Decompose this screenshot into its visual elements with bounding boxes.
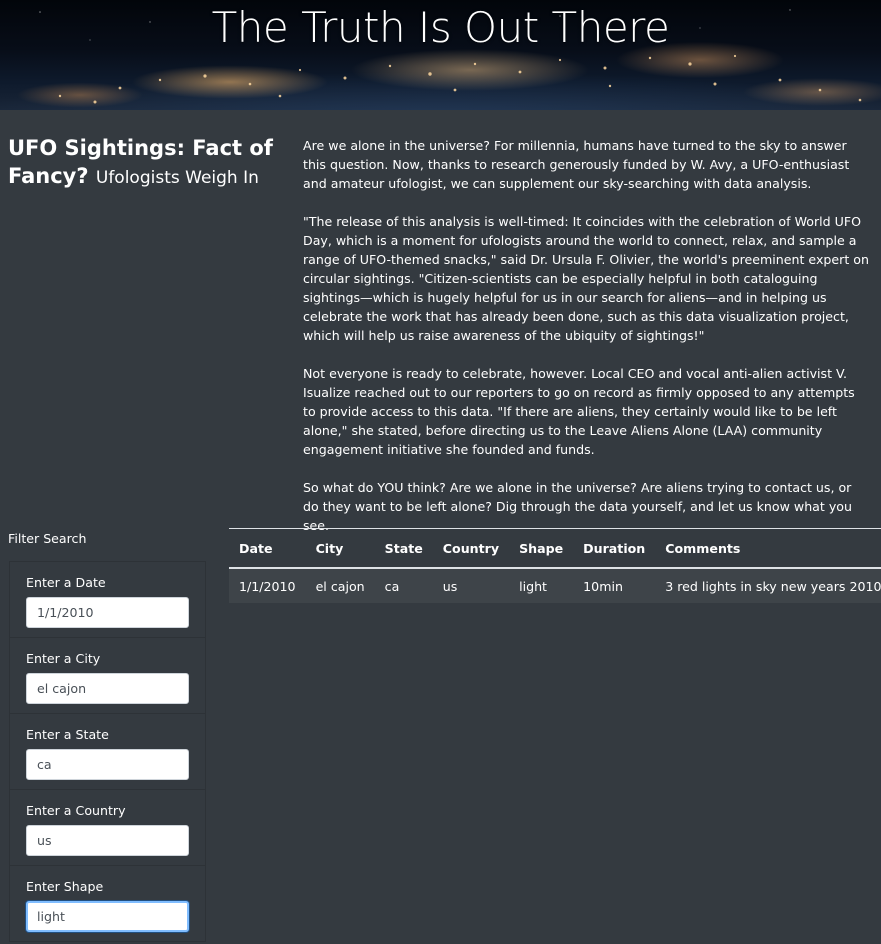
- column-header-shape: Shape: [509, 528, 574, 569]
- table-header: Date City State Country Shape Duration C…: [229, 528, 881, 569]
- article-paragraph: "The release of this analysis is well-ti…: [303, 214, 869, 343]
- filter-item-city: Enter a City: [10, 638, 205, 714]
- filter-item-shape: Enter Shape: [10, 866, 205, 942]
- cell-city: el cajon: [305, 568, 375, 603]
- hero-banner: The Truth Is Out There: [0, 0, 881, 110]
- column-header-date: Date: [229, 528, 306, 569]
- article-body: Are we alone in the universe? For millen…: [303, 136, 870, 554]
- filter-label-state: Enter a State: [26, 727, 109, 742]
- cell-state: ca: [374, 568, 433, 603]
- filter-label-shape: Enter Shape: [26, 879, 104, 894]
- column-header-comments: Comments: [655, 528, 881, 569]
- filter-label-city: Enter a City: [26, 651, 101, 666]
- filter-item-state: Enter a State: [10, 714, 205, 790]
- filter-item-date: Enter a Date: [10, 562, 205, 638]
- filter-item-country: Enter a Country: [10, 790, 205, 866]
- article-paragraph: Are we alone in the universe? For millen…: [303, 138, 850, 191]
- filter-list: Enter a Date Enter a City Enter a State …: [9, 561, 206, 942]
- article-heading: UFO Sightings: Fact of Fancy? Ufologists…: [8, 134, 278, 192]
- article-subtitle: Ufologists Weigh In: [95, 168, 259, 188]
- ufo-table: Date City State Country Shape Duration C…: [229, 528, 881, 603]
- table-header-row: Date City State Country Shape Duration C…: [229, 528, 881, 569]
- column-header-country: Country: [432, 528, 510, 569]
- country-input[interactable]: [26, 825, 189, 856]
- column-header-city: City: [305, 528, 375, 569]
- ufo-table-container: Date City State Country Shape Duration C…: [229, 528, 881, 603]
- date-input[interactable]: [26, 597, 189, 628]
- column-header-state: State: [374, 528, 433, 569]
- cell-country: us: [432, 568, 510, 603]
- filter-search-title: Filter Search: [8, 531, 87, 546]
- city-input[interactable]: [26, 673, 189, 704]
- table-body: 1/1/2010 el cajon ca us light 10min 3 re…: [229, 568, 881, 603]
- hero-title: The Truth Is Out There: [211, 3, 670, 52]
- cell-shape: light: [509, 568, 574, 603]
- filter-label-date: Enter a Date: [26, 575, 106, 590]
- cell-duration: 10min: [573, 568, 656, 603]
- filter-label-country: Enter a Country: [26, 803, 126, 818]
- article-paragraph: Not everyone is ready to celebrate, howe…: [303, 366, 855, 457]
- column-header-duration: Duration: [573, 528, 656, 569]
- article-paragraph: So what do YOU think? Are we alone in th…: [303, 480, 852, 533]
- cell-date: 1/1/2010: [229, 568, 306, 603]
- state-input[interactable]: [26, 749, 189, 780]
- cell-comments: 3 red lights in sky new years 2010: [655, 568, 881, 603]
- shape-input[interactable]: [26, 901, 189, 932]
- table-row: 1/1/2010 el cajon ca us light 10min 3 re…: [229, 568, 881, 603]
